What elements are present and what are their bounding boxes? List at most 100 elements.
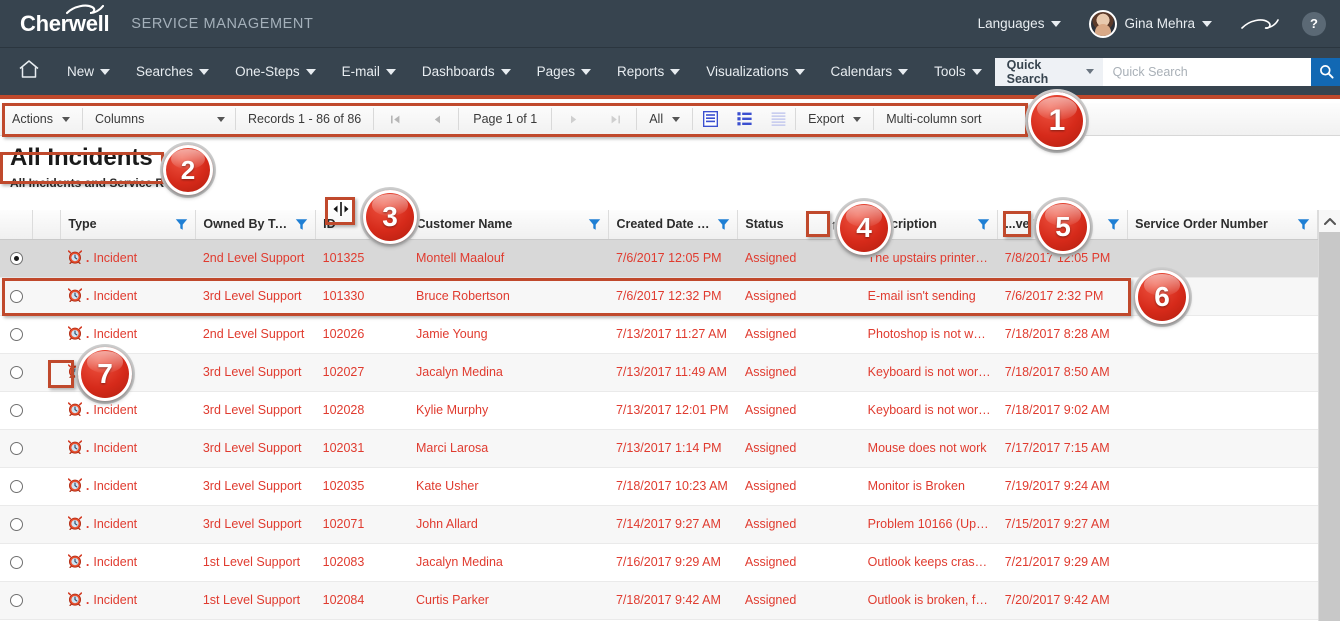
cell-description[interactable]: Monitor is Broken bbox=[860, 467, 998, 506]
cell-type[interactable]: . Incident bbox=[60, 581, 196, 620]
cell-service-order-number[interactable] bbox=[1127, 353, 1318, 392]
cell-resolve-by[interactable]: 7/21/2017 9:29 AM bbox=[997, 543, 1128, 582]
cell-owned-by-team[interactable]: 3rd Level Support bbox=[195, 467, 316, 506]
last-page-button[interactable] bbox=[594, 103, 636, 136]
table-row[interactable]: .3rd Level Support102027Jacalyn Medina7/… bbox=[0, 353, 1318, 392]
cell-owned-by-team[interactable]: 3rd Level Support bbox=[195, 353, 316, 392]
incident-record-icon[interactable] bbox=[67, 401, 83, 419]
column-filter-button[interactable] bbox=[717, 218, 730, 231]
column-header-owned-by-team[interactable]: Owned By Team bbox=[195, 210, 317, 240]
vertical-scrollbar[interactable] bbox=[1318, 210, 1340, 621]
cell-id[interactable]: 102031 bbox=[315, 429, 409, 468]
cell-type[interactable]: . Incident bbox=[60, 429, 196, 468]
prev-page-button[interactable] bbox=[416, 103, 458, 136]
filter-icon[interactable] bbox=[175, 218, 188, 231]
cell-status[interactable]: Assigned bbox=[737, 543, 861, 582]
filter-icon[interactable] bbox=[717, 218, 730, 231]
cell-service-order-number[interactable] bbox=[1127, 429, 1318, 468]
cell-customer-name[interactable]: Kylie Murphy bbox=[409, 391, 609, 430]
cell-created-date[interactable]: 7/6/2017 12:05 PM bbox=[608, 239, 738, 278]
nav-item-searches[interactable]: Searches bbox=[123, 48, 222, 95]
cell-resolve-by[interactable]: 7/6/2017 2:32 PM bbox=[997, 277, 1128, 316]
cell-service-order-number[interactable] bbox=[1127, 391, 1318, 430]
cell-customer-name[interactable]: Jacalyn Medina bbox=[409, 353, 609, 392]
languages-menu[interactable]: Languages bbox=[964, 0, 1076, 48]
nav-item-dashboards[interactable]: Dashboards bbox=[409, 48, 524, 95]
cell-customer-name[interactable]: Curtis Parker bbox=[409, 581, 609, 620]
table-row[interactable]: . Incident 3rd Level Support 102071 John All… bbox=[0, 505, 1318, 544]
cell-id[interactable]: 102027 bbox=[315, 353, 409, 392]
cell-resolve-by[interactable]: 7/18/2017 8:28 AM bbox=[997, 315, 1128, 354]
table-row[interactable]: . Incident 1st Level Support 102084 Curtis P… bbox=[0, 581, 1318, 620]
row-select-radio[interactable] bbox=[0, 239, 33, 278]
cell-owned-by-team[interactable]: 1st Level Support bbox=[195, 543, 316, 582]
cell-type[interactable]: . Incident bbox=[60, 505, 196, 544]
cell-status[interactable]: Assigned bbox=[737, 581, 861, 620]
filter-icon[interactable] bbox=[295, 218, 308, 231]
scroll-up-button[interactable] bbox=[1319, 210, 1340, 232]
incident-record-icon[interactable] bbox=[67, 477, 83, 495]
cell-description[interactable]: Problem 10166 (Upstair... bbox=[860, 505, 998, 544]
cell-description[interactable]: E-mail isn't sending bbox=[860, 277, 998, 316]
cell-status[interactable]: Assigned bbox=[737, 277, 861, 316]
nav-item-visualizations[interactable]: Visualizations bbox=[693, 48, 817, 95]
multi-column-sort-button[interactable]: Multi-column sort bbox=[874, 103, 993, 136]
row-select-radio[interactable] bbox=[0, 581, 33, 620]
cherwell-logo[interactable]: Cherwell bbox=[20, 4, 110, 35]
cell-created-date[interactable]: 7/13/2017 1:14 PM bbox=[608, 429, 738, 468]
cell-status[interactable]: Assigned bbox=[737, 429, 861, 468]
cell-created-date[interactable]: 7/13/2017 11:27 AM bbox=[608, 315, 738, 354]
cell-created-date[interactable]: 7/18/2017 10:23 AM bbox=[608, 467, 738, 506]
incident-record-icon[interactable] bbox=[67, 591, 83, 609]
cell-resolve-by[interactable]: 7/17/2017 7:15 AM bbox=[997, 429, 1128, 468]
row-select-radio[interactable] bbox=[0, 277, 33, 316]
nav-item-email[interactable]: E-mail bbox=[329, 48, 409, 95]
cell-owned-by-team[interactable]: 2nd Level Support bbox=[195, 315, 316, 354]
nav-item-one-steps[interactable]: One-Steps bbox=[222, 48, 329, 95]
cell-type[interactable]: . Incident bbox=[60, 391, 196, 430]
cell-id[interactable]: 102071 bbox=[315, 505, 409, 544]
list-view-button[interactable] bbox=[727, 103, 761, 136]
cell-description[interactable]: Keyboard is not working bbox=[860, 353, 998, 392]
incident-record-icon[interactable] bbox=[67, 249, 83, 267]
column-header-blank-1[interactable] bbox=[32, 210, 62, 240]
filter-icon[interactable] bbox=[588, 218, 601, 231]
cell-service-order-number[interactable] bbox=[1127, 543, 1318, 582]
cell-description[interactable]: Outlook keeps crashing... bbox=[860, 543, 998, 582]
cell-customer-name[interactable]: John Allard bbox=[409, 505, 609, 544]
cell-status[interactable]: Assigned bbox=[737, 353, 861, 392]
cell-customer-name[interactable]: Jacalyn Medina bbox=[409, 543, 609, 582]
nav-item-calendars[interactable]: Calendars bbox=[818, 48, 922, 95]
cell-owned-by-team[interactable]: 2nd Level Support bbox=[195, 239, 316, 278]
column-filter-button[interactable] bbox=[175, 218, 188, 231]
table-row[interactable]: . Incident 3rd Level Support 102031 Marci La… bbox=[0, 429, 1318, 468]
column-header-created-date-ti[interactable]: Created Date Ti... bbox=[608, 210, 739, 240]
cell-owned-by-team[interactable]: 3rd Level Support bbox=[195, 505, 316, 544]
filter-icon[interactable] bbox=[977, 218, 990, 231]
cell-created-date[interactable]: 7/14/2017 9:27 AM bbox=[608, 505, 738, 544]
cell-status[interactable]: Assigned bbox=[737, 315, 861, 354]
all-filter-dropdown[interactable]: All bbox=[637, 103, 692, 136]
column-filter-button[interactable] bbox=[295, 218, 308, 231]
cell-owned-by-team[interactable]: 3rd Level Support bbox=[195, 391, 316, 430]
cell-type[interactable]: . Incident bbox=[60, 315, 196, 354]
row-select-radio[interactable] bbox=[0, 353, 33, 392]
next-page-button[interactable] bbox=[552, 103, 594, 136]
table-row[interactable]: . Incident 3rd Level Support 101330 Bruce Ro… bbox=[0, 277, 1318, 316]
column-filter-button[interactable] bbox=[588, 218, 601, 231]
table-row[interactable]: . Incident 3rd Level Support 102028 Kylie Mu… bbox=[0, 391, 1318, 430]
cell-resolve-by[interactable]: 7/18/2017 8:50 AM bbox=[997, 353, 1128, 392]
cell-id[interactable]: 102035 bbox=[315, 467, 409, 506]
table-row[interactable]: . Incident 3rd Level Support 102035 Kate Ush… bbox=[0, 467, 1318, 506]
row-select-radio[interactable] bbox=[0, 429, 33, 468]
cell-customer-name[interactable]: Montell Maalouf bbox=[409, 239, 609, 278]
cell-resolve-by[interactable]: 7/18/2017 9:02 AM bbox=[997, 391, 1128, 430]
cell-description[interactable]: Photoshop is not worki... bbox=[860, 315, 998, 354]
table-row[interactable]: . Incident 2nd Level Support 101325 Montell … bbox=[0, 239, 1318, 278]
cell-customer-name[interactable]: Bruce Robertson bbox=[409, 277, 609, 316]
column-header-customer-name[interactable]: Customer Name bbox=[409, 210, 610, 240]
export-menu-button[interactable]: Export bbox=[796, 103, 873, 136]
incident-record-icon[interactable] bbox=[67, 287, 83, 305]
cell-description[interactable]: Mouse does not work bbox=[860, 429, 998, 468]
search-input[interactable] bbox=[1102, 57, 1312, 86]
